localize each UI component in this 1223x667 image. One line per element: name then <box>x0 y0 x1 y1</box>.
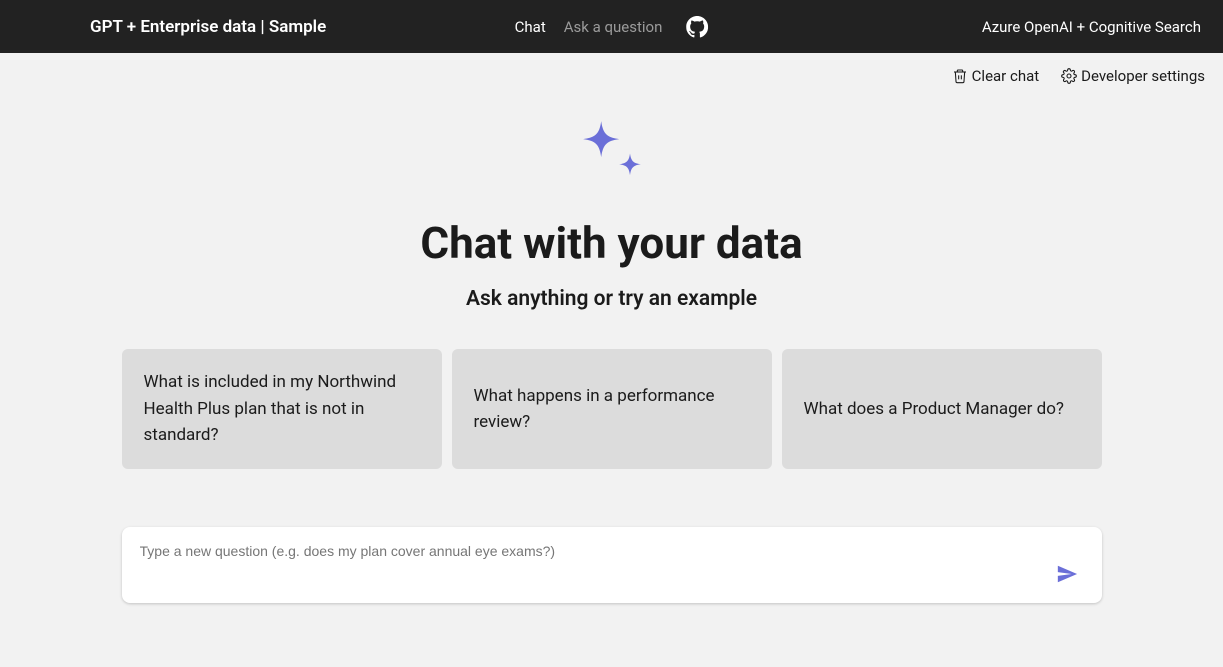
header: GPT + Enterprise data | Sample Chat Ask … <box>0 0 1223 53</box>
example-card[interactable]: What happens in a performance review? <box>452 349 772 469</box>
gear-icon <box>1061 68 1077 84</box>
developer-settings-label: Developer settings <box>1081 67 1205 85</box>
header-right-label: Azure OpenAI + Cognitive Search <box>982 18 1201 36</box>
trash-icon <box>952 68 968 84</box>
nav-chat[interactable]: Chat <box>515 18 546 36</box>
app-title: GPT + Enterprise data | Sample <box>90 17 326 37</box>
clear-chat-button[interactable]: Clear chat <box>952 67 1040 85</box>
github-icon[interactable] <box>686 16 708 38</box>
chat-input[interactable] <box>140 543 1084 559</box>
developer-settings-button[interactable]: Developer settings <box>1061 67 1205 85</box>
clear-chat-label: Clear chat <box>972 67 1040 85</box>
header-nav: Chat Ask a question <box>515 16 709 38</box>
sparkle-icon <box>567 115 657 201</box>
nav-ask-question[interactable]: Ask a question <box>564 18 663 36</box>
example-card[interactable]: What is included in my Northwind Health … <box>122 349 442 469</box>
send-icon <box>1056 563 1078 585</box>
send-button[interactable] <box>1052 559 1082 589</box>
example-card[interactable]: What does a Product Manager do? <box>782 349 1102 469</box>
page-title: Chat with your data <box>420 217 802 269</box>
chat-input-container <box>122 527 1102 603</box>
page-subtitle: Ask anything or try an example <box>466 287 757 311</box>
toolbar: Clear chat Developer settings <box>0 53 1223 89</box>
main: Chat with your data Ask anything or try … <box>0 89 1223 603</box>
example-list: What is included in my Northwind Health … <box>122 349 1102 469</box>
